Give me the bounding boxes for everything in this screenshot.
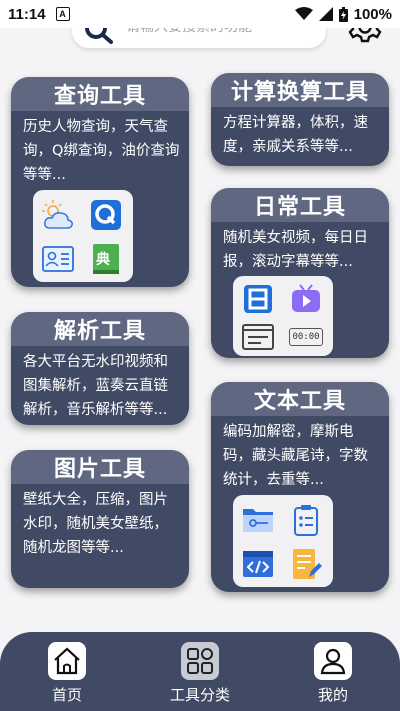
card-title: 查询工具 xyxy=(11,77,189,111)
nav-icon-box xyxy=(48,642,86,680)
user-icon xyxy=(320,648,346,675)
calc-tools-card[interactable]: 计算换算工具 方程计算器，体积，速度，亲戚关系等等... xyxy=(211,73,389,166)
nav-icon-box xyxy=(181,642,219,680)
icon-tray: 00:00 xyxy=(233,276,333,356)
card-description: 方程计算器，体积，速度，亲戚关系等等... xyxy=(223,115,368,155)
code-window-icon xyxy=(243,551,273,577)
grid-icon xyxy=(187,648,213,674)
icon-tray xyxy=(233,495,333,587)
card-description: 随机美女视频，每日日报，滚动字幕等等... xyxy=(223,230,368,270)
weather-icon xyxy=(42,200,73,229)
card-description: 历史人物查询，天气查询，Q绑查询，油价查询等等... xyxy=(23,119,180,183)
card-description: 各大平台无水印视频和图集解析，蓝奏云直链解析，音乐解析等等... xyxy=(23,354,168,418)
note-edit-icon xyxy=(293,549,322,579)
clock-text: 00:00 xyxy=(292,332,320,342)
nav-categories[interactable]: 工具分类 xyxy=(160,642,240,705)
card-title: 日常工具 xyxy=(211,188,389,222)
query-tools-card[interactable]: 查询工具 历史人物查询，天气查询，Q绑查询，油价查询等等... 典 xyxy=(11,77,189,287)
nav-home-label: 首页 xyxy=(51,686,82,704)
clipboard-icon xyxy=(294,505,318,536)
calendar-icon xyxy=(244,285,272,313)
nav-icon-box xyxy=(314,642,352,680)
video-icon xyxy=(292,284,320,312)
clock-icon: 00:00 xyxy=(289,328,323,346)
id-card-icon xyxy=(42,246,74,272)
card-description: 编码加解密，摩斯电码，藏头藏尾诗，字数统计，去重等... xyxy=(223,424,368,488)
battery-icon xyxy=(338,6,348,22)
nav-profile[interactable]: 我的 xyxy=(293,642,373,705)
folder-key-icon xyxy=(243,509,273,532)
icon-tray: 典 xyxy=(33,190,133,282)
nav-categories-label: 工具分类 xyxy=(169,686,230,704)
subtitle-icon xyxy=(242,324,274,350)
wifi-icon xyxy=(294,7,313,20)
signal-icon xyxy=(318,7,333,21)
status-bar: 11:14 A 100% xyxy=(0,0,400,28)
card-title: 计算换算工具 xyxy=(211,73,389,107)
notification-icon: A xyxy=(55,7,70,21)
status-time: 11:14 xyxy=(8,5,46,23)
bottom-navigation: 首页 工具分类 我的 xyxy=(0,632,400,711)
daily-tools-card[interactable]: 日常工具 随机美女视频，每日日报，滚动字幕等等... 00:00 xyxy=(211,188,389,358)
card-title: 文本工具 xyxy=(211,382,389,416)
dictionary-glyph: 典 xyxy=(96,252,110,268)
text-tools-card[interactable]: 文本工具 编码加解密，摩斯电码，藏头藏尾诗，字数统计，去重等... xyxy=(211,382,389,592)
parse-tools-card[interactable]: 解析工具 各大平台无水印视频和图集解析，蓝奏云直链解析，音乐解析等等... xyxy=(11,312,189,425)
card-description: 壁纸大全，压缩，图片水印，随机美女壁纸，随机龙图等等... xyxy=(23,492,168,556)
nav-profile-label: 我的 xyxy=(317,686,348,704)
nav-home[interactable]: 首页 xyxy=(27,642,107,705)
image-tools-card[interactable]: 图片工具 壁纸大全，压缩，图片水印，随机美女壁纸，随机龙图等等... xyxy=(11,450,189,588)
battery-percentage: 100% xyxy=(353,5,392,23)
card-title: 图片工具 xyxy=(11,450,189,484)
home-icon xyxy=(54,647,80,675)
card-title: 解析工具 xyxy=(11,312,189,346)
q-icon xyxy=(91,200,121,230)
